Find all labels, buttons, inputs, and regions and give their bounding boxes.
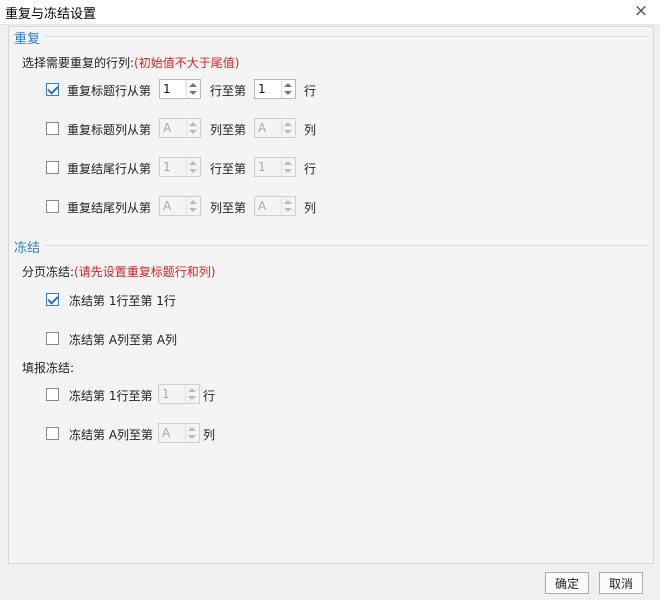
increment-arrow-icon[interactable] — [189, 161, 197, 165]
repeat-title-cols-checkbox[interactable] — [46, 122, 59, 135]
repeat-title-rows-to-stepper[interactable] — [254, 79, 296, 99]
fill-freeze-rows-checkbox[interactable] — [46, 388, 59, 401]
decrement-arrow-icon[interactable] — [284, 208, 292, 212]
repeat-section-divider — [44, 36, 648, 37]
decrement-arrow-icon[interactable] — [284, 91, 292, 95]
repeat-section-title: 重复 — [14, 32, 41, 47]
decrement-arrow-icon[interactable] — [284, 169, 292, 173]
increment-arrow-icon[interactable] — [189, 122, 197, 126]
repeat-title-rows-from-stepper[interactable] — [159, 79, 201, 99]
repeat-footer-rows-to-stepper[interactable] — [254, 157, 296, 177]
decrement-arrow-icon[interactable] — [188, 435, 196, 439]
freeze-section-title: 冻结 — [14, 241, 41, 256]
repeat-footer-cols-from-stepper[interactable] — [159, 196, 201, 216]
repeat-footer-rows-mid-label: 行至第 — [210, 162, 247, 176]
page-freeze-cols-label: 冻结第 A列至第 A列 — [69, 333, 178, 347]
increment-arrow-icon[interactable] — [284, 122, 292, 126]
repeat-title-cols-to-stepper[interactable] — [254, 118, 296, 138]
repeat-title-rows-checkbox[interactable] — [46, 83, 59, 96]
decrement-arrow-icon[interactable] — [189, 91, 197, 95]
decrement-arrow-icon[interactable] — [189, 169, 197, 173]
title-bar: 重复与冻结设置 × — [0, 0, 660, 25]
page-freeze-cols-checkbox[interactable] — [46, 332, 59, 345]
fill-freeze-cols-label: 冻结第 A列至第 — [69, 428, 154, 442]
repeat-title-cols-mid-label: 列至第 — [210, 123, 247, 137]
freeze-section-divider — [44, 245, 648, 246]
repeat-title-cols-from-stepper[interactable] — [159, 118, 201, 138]
ok-button[interactable]: 确定 — [545, 572, 589, 594]
fill-freeze-rows-unit: 行 — [203, 389, 216, 403]
repeat-footer-rows-label: 重复结尾行从第 — [67, 162, 152, 176]
cancel-button[interactable]: 取消 — [599, 572, 643, 594]
fill-freeze-cols-stepper[interactable] — [158, 423, 200, 443]
repeat-footer-cols-unit: 列 — [304, 201, 317, 215]
repeat-footer-rows-checkbox[interactable] — [46, 161, 59, 174]
close-icon[interactable]: × — [632, 2, 650, 20]
repeat-footer-rows-from-stepper[interactable] — [159, 157, 201, 177]
repeat-title-rows-label: 重复标题行从第 — [67, 84, 152, 98]
page-freeze-rows-label: 冻结第 1行至第 1行 — [69, 294, 176, 308]
repeat-prompt: 选择需要重复的行列:(初始值不大于尾值) — [22, 56, 240, 70]
increment-arrow-icon[interactable] — [188, 388, 196, 392]
increment-arrow-icon[interactable] — [188, 427, 196, 431]
increment-arrow-icon[interactable] — [189, 200, 197, 204]
increment-arrow-icon[interactable] — [284, 83, 292, 87]
repeat-title-rows-unit: 行 — [304, 84, 317, 98]
repeat-footer-cols-mid-label: 列至第 — [210, 201, 247, 215]
fill-freeze-prompt: 填报冻结: — [22, 361, 75, 375]
fill-freeze-cols-unit: 列 — [203, 428, 216, 442]
repeat-footer-cols-to-stepper[interactable] — [254, 196, 296, 216]
decrement-arrow-icon[interactable] — [284, 130, 292, 134]
repeat-hint: (初始值不大于尾值) — [134, 56, 240, 70]
repeat-footer-rows-unit: 行 — [304, 162, 317, 176]
page-freeze-prompt: 分页冻结:(请先设置重复标题行和列) — [22, 265, 216, 279]
decrement-arrow-icon[interactable] — [189, 130, 197, 134]
increment-arrow-icon[interactable] — [189, 83, 197, 87]
decrement-arrow-icon[interactable] — [188, 396, 196, 400]
repeat-title-rows-mid-label: 行至第 — [210, 84, 247, 98]
decrement-arrow-icon[interactable] — [189, 208, 197, 212]
repeat-footer-cols-label: 重复结尾列从第 — [67, 201, 152, 215]
increment-arrow-icon[interactable] — [284, 161, 292, 165]
fill-freeze-rows-stepper[interactable] — [158, 384, 200, 404]
repeat-title-cols-unit: 列 — [304, 123, 317, 137]
page-freeze-hint: (请先设置重复标题行和列) — [74, 265, 216, 279]
repeat-title-cols-label: 重复标题列从第 — [67, 123, 152, 137]
window-title: 重复与冻结设置 — [5, 7, 97, 22]
page-freeze-rows-checkbox[interactable] — [46, 293, 59, 306]
repeat-footer-cols-checkbox[interactable] — [46, 200, 59, 213]
increment-arrow-icon[interactable] — [284, 200, 292, 204]
fill-freeze-rows-label: 冻结第 1行至第 — [69, 389, 153, 403]
fill-freeze-cols-checkbox[interactable] — [46, 427, 59, 440]
